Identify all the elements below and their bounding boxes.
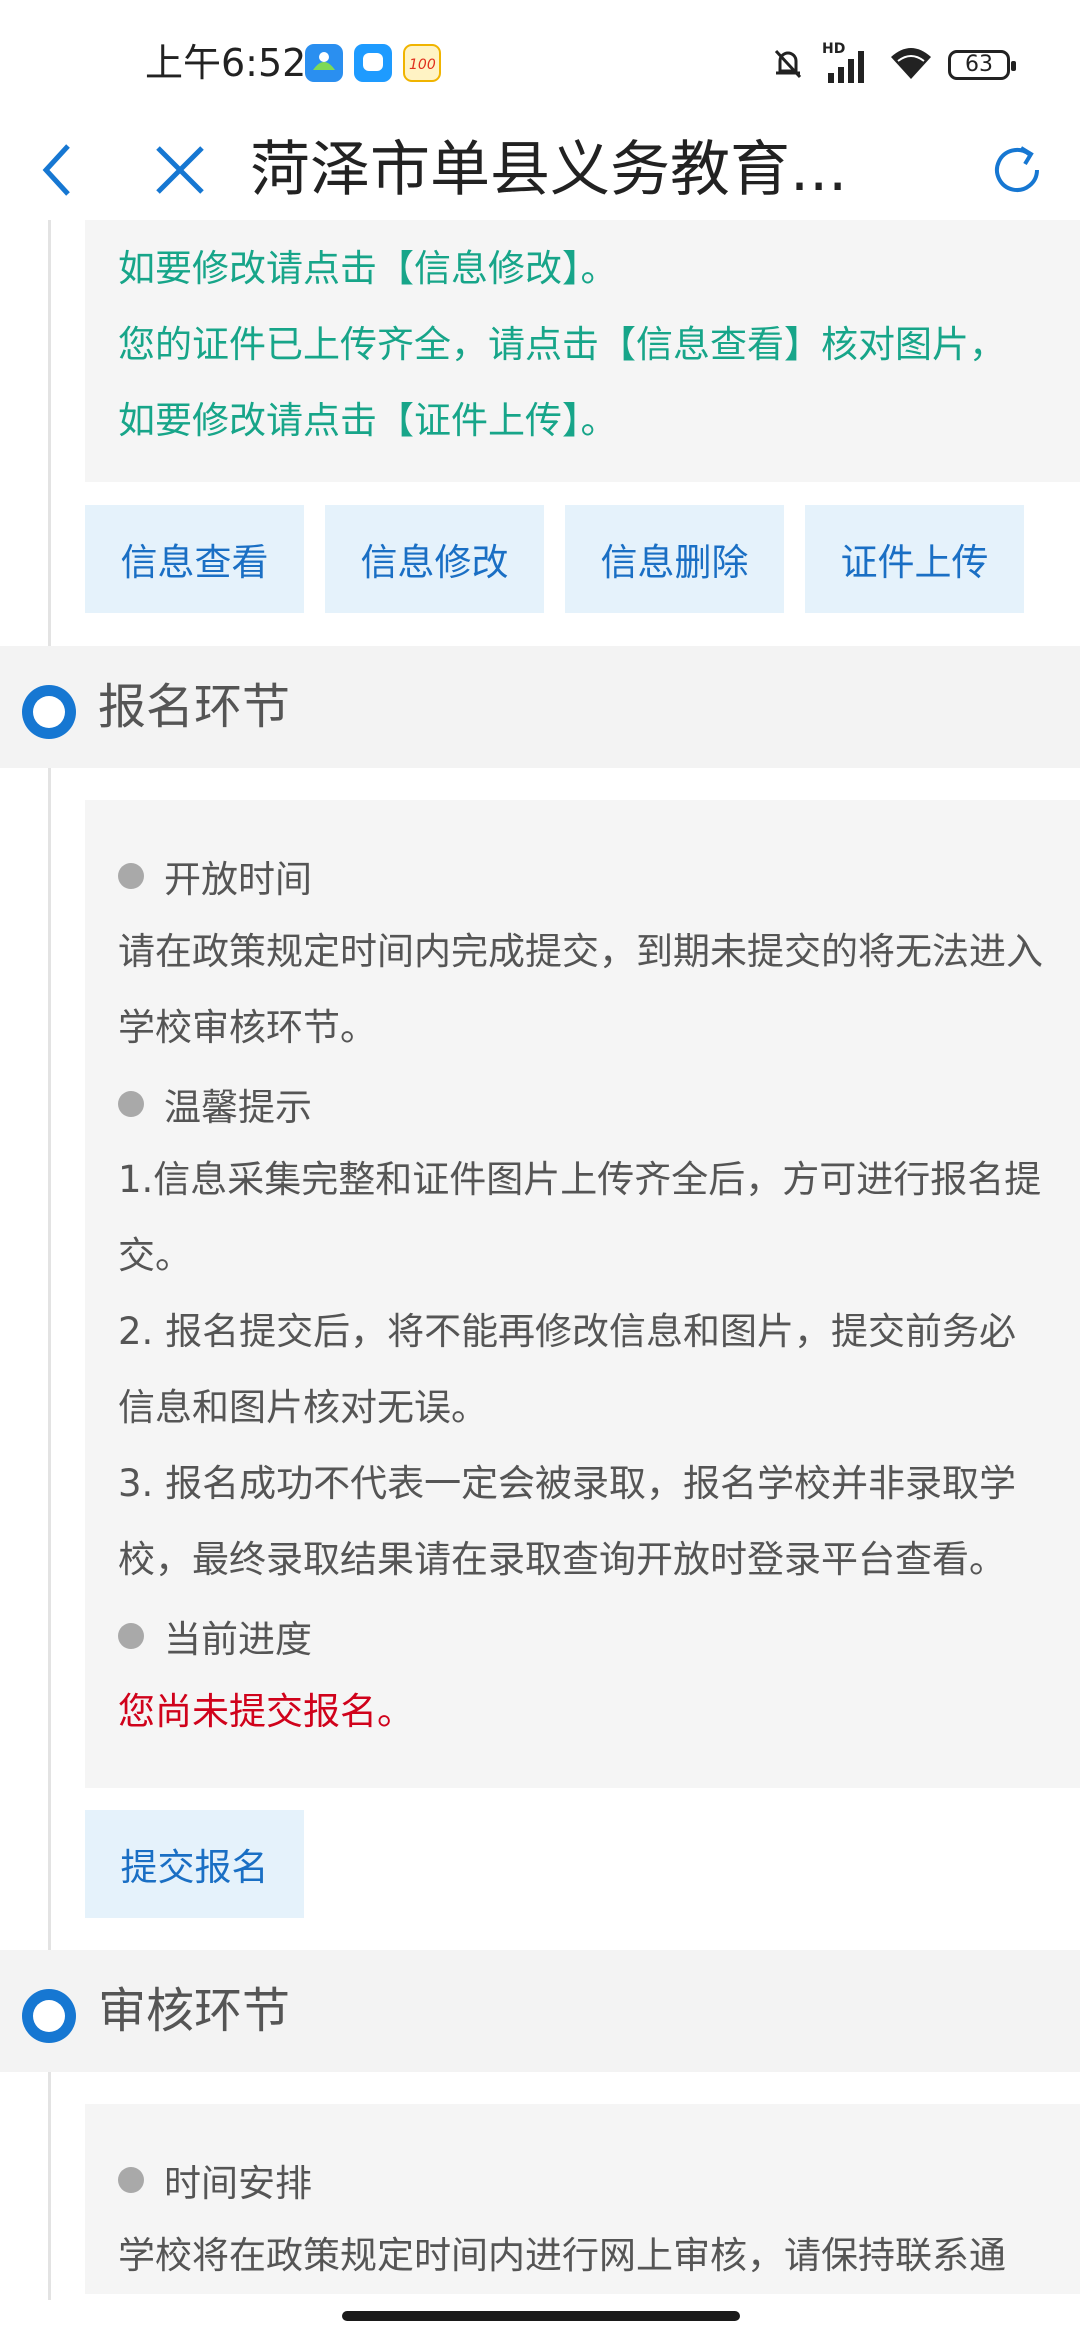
progress-status-text: 您尚未提交报名。 bbox=[118, 1690, 414, 1733]
delete-info-button[interactable]: 信息删除 bbox=[565, 505, 784, 613]
schedule-text: 学校将在政策规定时间内进行网上审核，请保持联系通 bbox=[118, 2234, 1006, 2277]
timeline-node-icon bbox=[22, 685, 76, 739]
bullet-dot-icon bbox=[118, 863, 144, 889]
tips-label: 温馨提示 bbox=[85, 1066, 1080, 1142]
bullet-dot-icon bbox=[118, 2167, 144, 2193]
open-time-text: 请在政策规定时间内完成提交，到期未提交的将无法进入学校审核环节。 bbox=[118, 930, 1043, 1049]
bullet-dot-icon bbox=[118, 1623, 144, 1649]
bullet-dot-icon bbox=[118, 1091, 144, 1117]
refresh-icon[interactable] bbox=[986, 120, 1048, 220]
back-icon[interactable] bbox=[28, 120, 88, 220]
app-notification-icon bbox=[305, 44, 343, 82]
signal-icon: HD bbox=[822, 41, 874, 85]
info-notice-box: 如要修改请点击【信息修改】。 您的证件已上传齐全，请点击【信息查看】核对图片， … bbox=[85, 220, 1080, 482]
review-section-title: 审核环节 bbox=[98, 1983, 291, 2039]
status-bar: 上午6:52 100 HD 63 bbox=[0, 0, 1080, 120]
home-indicator[interactable] bbox=[342, 2311, 740, 2321]
registration-info-box: 开放时间 请在政策规定时间内完成提交，到期未提交的将无法进入学校审核环节。 温馨… bbox=[85, 800, 1080, 1788]
progress-label: 当前进度 bbox=[85, 1598, 1080, 1674]
submit-registration-button[interactable]: 提交报名 bbox=[85, 1810, 304, 1918]
close-icon[interactable] bbox=[150, 120, 210, 220]
schedule-label: 时间安排 bbox=[85, 2142, 1080, 2218]
view-info-button[interactable]: 信息查看 bbox=[85, 505, 304, 613]
status-time: 上午6:52 bbox=[145, 41, 307, 85]
info-action-buttons: 信息查看 信息修改 信息删除 证件上传 bbox=[85, 505, 1024, 613]
registration-section-header: 报名环节 bbox=[0, 646, 1080, 768]
status-right-group: HD 63 bbox=[768, 40, 1016, 90]
notice-line-2: 您的证件已上传齐全，请点击【信息查看】核对图片， bbox=[118, 323, 1006, 366]
review-section-header: 审核环节 bbox=[0, 1950, 1080, 2072]
wifi-icon bbox=[888, 43, 934, 87]
notice-line-1: 如要修改请点击【信息修改】。 bbox=[118, 247, 618, 290]
tip-1: 1.信息采集完整和证件图片上传齐全后，方可进行报名提交。 bbox=[118, 1158, 1042, 1277]
score-app-notification-icon: 100 bbox=[403, 44, 441, 82]
mute-bell-icon bbox=[768, 43, 808, 87]
svg-text:100: 100 bbox=[409, 57, 436, 73]
review-info-box: 时间安排 学校将在政策规定时间内进行网上审核，请保持联系通 bbox=[85, 2104, 1080, 2294]
chat-notification-icon bbox=[354, 44, 392, 82]
open-time-label: 开放时间 bbox=[85, 838, 1080, 914]
notice-line-3: 如要修改请点击【证件上传】。 bbox=[118, 399, 618, 442]
upload-documents-button[interactable]: 证件上传 bbox=[805, 505, 1024, 613]
registration-section-title: 报名环节 bbox=[98, 679, 291, 735]
tip-2: 2. 报名提交后，将不能再修改信息和图片，提交前务必信息和图片核对无误。 bbox=[118, 1310, 1017, 1429]
nav-bar: 菏泽市单县义务教育... bbox=[0, 120, 1080, 220]
tip-3: 3. 报名成功不代表一定会被录取，报名学校并非录取学校，最终录取结果请在录取查询… bbox=[118, 1462, 1017, 1581]
battery-indicator: 63 bbox=[948, 50, 1016, 80]
page-title: 菏泽市单县义务教育... bbox=[250, 135, 848, 205]
edit-info-button[interactable]: 信息修改 bbox=[325, 505, 544, 613]
timeline-node-icon bbox=[22, 1989, 76, 2043]
